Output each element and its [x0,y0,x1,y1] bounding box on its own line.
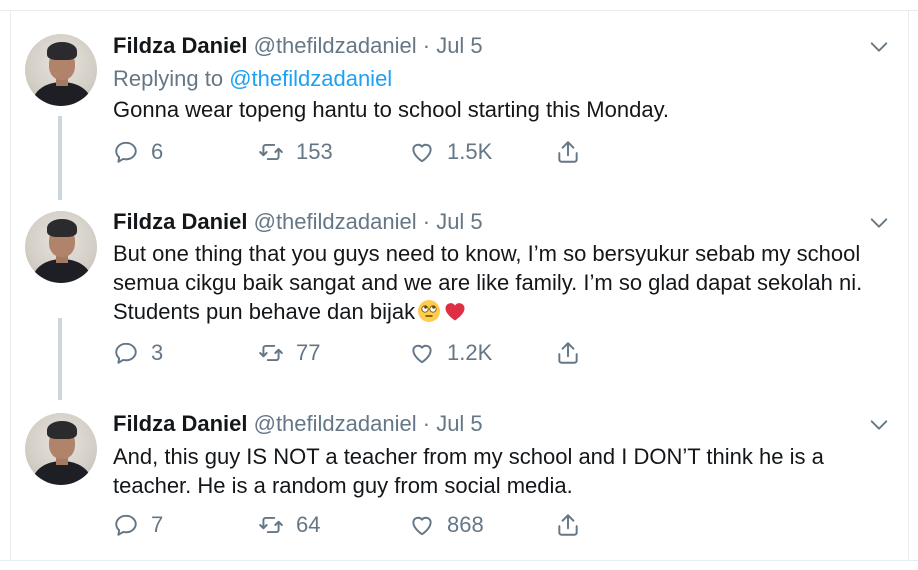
chevron-down-icon[interactable] [868,36,890,58]
avatar[interactable] [25,211,97,283]
retweet-icon [259,143,283,161]
share-button[interactable] [555,137,581,167]
avatar-hair [47,421,77,439]
user-handle[interactable]: @thefildzadaniel [254,33,417,58]
like-icon [412,516,432,536]
tweet-header: Fildza Daniel @thefildzadaniel · Jul 5 [113,33,483,59]
retweet-button[interactable]: 153 [258,137,333,167]
tweet-date[interactable]: Jul 5 [436,209,482,234]
separator-dot: · [422,33,431,58]
display-name[interactable]: Fildza Daniel [113,411,247,436]
tweet-text: And, this guy IS NOT a teacher from my s… [113,444,824,498]
retweet-button[interactable]: 64 [258,510,320,540]
tweet-header: Fildza Daniel @thefildzadaniel · Jul 5 [113,209,483,235]
retweet-count: 153 [296,139,333,164]
like-button[interactable]: 868 [409,510,484,540]
replying-to-mention[interactable]: @thefildzadaniel [229,66,392,91]
chevron-down-icon[interactable] [868,212,890,234]
right-border [908,10,909,561]
reply-icon [115,141,137,163]
tweet[interactable]: Fildza Daniel @thefildzadaniel · Jul 5 B… [11,201,908,402]
avatar[interactable] [25,413,97,485]
display-name[interactable]: Fildza Daniel [113,33,247,58]
tweet-actions: 6 153 1.5K [113,137,613,167]
tweet-header: Fildza Daniel @thefildzadaniel · Jul 5 [113,411,483,437]
user-handle[interactable]: @thefildzadaniel [254,411,417,436]
user-handle[interactable]: @thefildzadaniel [254,209,417,234]
avatar-hair [47,219,77,237]
replying-to-line: Replying to @thefildzadaniel [113,66,392,92]
chevron-down-icon[interactable] [868,414,890,436]
separator-dot: · [422,209,431,234]
share-button[interactable] [555,338,581,368]
reply-icon [115,342,137,364]
face-with-rolling-eyes-emoji [418,300,441,322]
retweet-count: 64 [296,512,321,537]
display-name[interactable]: Fildza Daniel [113,209,247,234]
tweet-date[interactable]: Jul 5 [436,411,482,436]
replying-to-label: Replying to [113,66,224,91]
like-count: 868 [447,512,484,537]
share-button[interactable] [555,510,581,540]
like-button[interactable]: 1.5K [409,137,492,167]
reply-count: 3 [151,340,164,365]
share-icon [558,141,578,163]
retweet-button[interactable]: 77 [258,338,320,368]
retweet-icon [259,516,283,534]
share-icon [558,342,578,364]
reply-button[interactable]: 3 [113,338,163,368]
reply-count: 6 [151,139,164,164]
tweet[interactable]: Fildza Daniel @thefildzadaniel · Jul 5 R… [11,11,908,201]
reply-icon [115,514,137,536]
share-icon [558,514,578,536]
like-count: 1.2K [447,340,493,365]
avatar-hair [47,42,77,60]
tweet-actions: 7 64 868 [113,510,613,540]
like-count: 1.5K [447,139,493,164]
reply-count: 7 [151,512,164,537]
tweet-text: But one thing that you guys need to know… [113,239,903,326]
tweet-actions: 3 77 1.2K [113,338,613,368]
retweet-icon [259,344,283,362]
avatar[interactable] [25,34,97,106]
red-heart-emoji [445,303,465,321]
like-icon [412,143,432,163]
reply-button[interactable]: 6 [113,137,163,167]
tweet-text-body: But one thing that you guys need to know… [113,241,863,324]
tweet-text: Gonna wear topeng hantu to school starti… [113,97,670,122]
tweet[interactable]: Fildza Daniel @thefildzadaniel · Jul 5 A… [11,402,908,560]
like-button[interactable]: 1.2K [409,338,492,368]
separator-dot: · [422,411,431,436]
bottom-border [0,560,918,561]
reply-button[interactable]: 7 [113,510,163,540]
retweet-count: 77 [296,340,321,365]
like-icon [412,344,432,364]
tweet-date[interactable]: Jul 5 [436,33,482,58]
